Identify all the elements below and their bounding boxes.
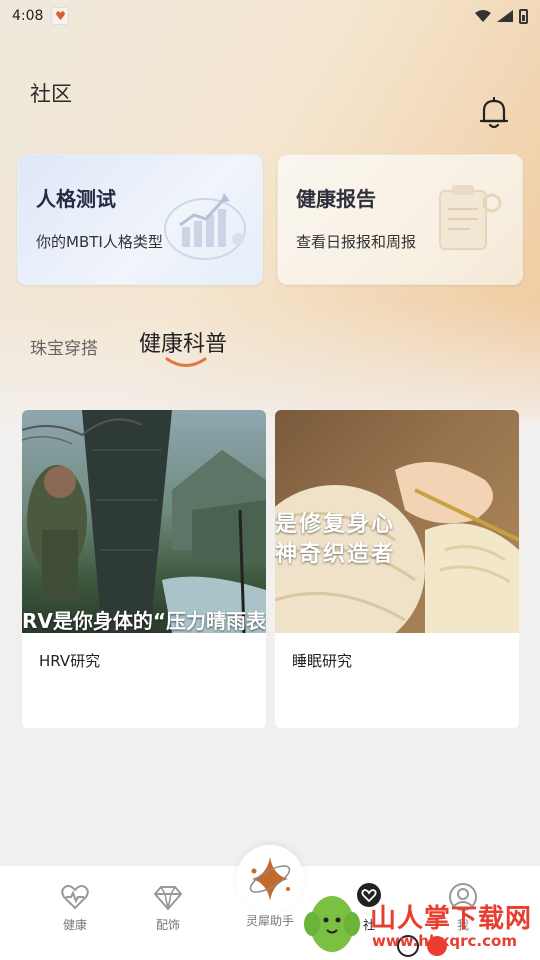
nav-item-health[interactable]: 健康 (45, 882, 105, 933)
article-image-text-sleep-line1: 是修复身心 (275, 512, 396, 537)
tab-jewelry-styling[interactable]: 珠宝穿搭 (30, 334, 98, 359)
article-image-text-hrv: RV是你身体的“压力晴雨表 (22, 609, 266, 633)
tab-health-science[interactable]: 健康科普 (139, 326, 227, 358)
content-tabs: 珠宝穿搭 健康科普 (0, 320, 540, 380)
article-card-sleep[interactable]: 是修复身心 神奇织造者 睡眠研究 (275, 410, 519, 728)
watermark-url: www.hbxqrc.com (372, 932, 517, 950)
assistant-star-icon (249, 857, 291, 901)
personality-test-title: 人格测试 (36, 187, 116, 211)
health-report-subtitle: 查看日报报和周报 (296, 233, 417, 251)
nav-label-assistant: 灵犀助手 (245, 914, 294, 928)
article-thumbnail-sleep: 是修复身心 神奇织造者 (275, 410, 519, 633)
notification-bell-icon[interactable] (478, 96, 510, 130)
nav-item-accessories[interactable]: 配饰 (138, 882, 198, 933)
wifi-icon (475, 10, 491, 22)
diamond-icon (154, 886, 182, 910)
personality-test-card[interactable]: 人格测试 你的MBTI人格类型 (17, 154, 263, 285)
soldier-climbing-wall-illustration (22, 410, 266, 633)
article-card-hrv[interactable]: RV是你身体的“压力晴雨表 HRV研究 (22, 410, 266, 728)
health-report-title: 健康报告 (296, 187, 376, 211)
article-thumbnail-hrv: RV是你身体的“压力晴雨表 (22, 410, 266, 633)
status-time: 4:08 (12, 8, 44, 24)
growth-chart-icon (164, 193, 246, 260)
personality-test-subtitle: 你的MBTI人格类型 (36, 233, 163, 251)
article-caption-sleep: 睡眠研究 (292, 652, 353, 670)
battery-icon (519, 8, 528, 24)
article-image-text-sleep-line2: 神奇织造者 (275, 542, 396, 567)
status-bar: 4:08 ♥ (0, 0, 540, 32)
status-icons (475, 8, 528, 24)
health-report-card[interactable]: 健康报告 查看日报报和周报 (277, 154, 523, 285)
report-clipboard-icon (439, 185, 502, 250)
cellular-signal-icon (497, 10, 513, 22)
assistant-center-button[interactable] (236, 845, 304, 913)
page-title: 社区 (30, 82, 72, 106)
active-tab-indicator (165, 357, 207, 367)
heart-pulse-icon (61, 885, 89, 910)
app-notification-icon: ♥ (51, 7, 70, 25)
watermark-text: 山人掌下载网 (370, 904, 533, 934)
article-caption-hrv: HRV研究 (39, 652, 101, 670)
nav-label-health: 健康 (62, 918, 87, 932)
nav-label-accessories: 配饰 (155, 918, 180, 932)
